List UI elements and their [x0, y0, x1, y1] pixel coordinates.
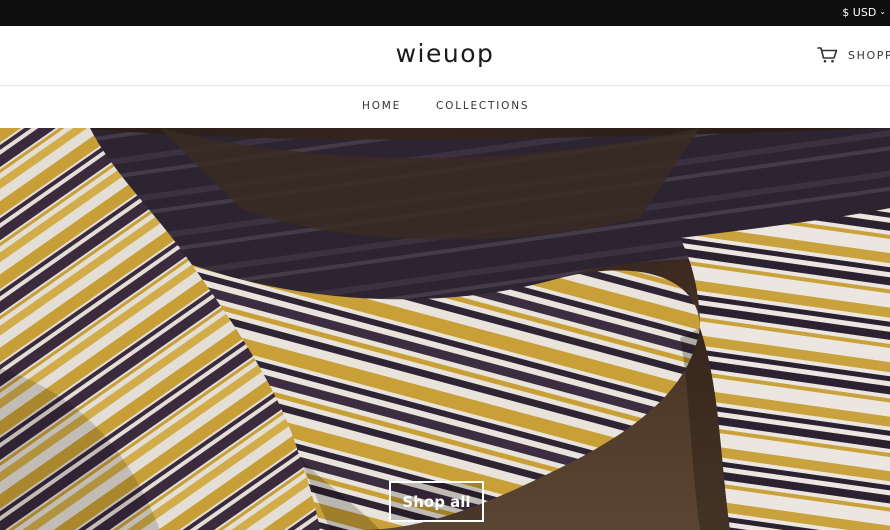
- site-header: wieuop SHOPP: [0, 26, 890, 86]
- cart-icon: [817, 47, 838, 63]
- top-bar: $ USD ⌄: [0, 0, 890, 26]
- currency-selector[interactable]: $ USD ⌄: [842, 6, 886, 19]
- hero-banner: Shop all: [0, 128, 890, 530]
- hero-image: [0, 128, 890, 530]
- nav-item-collections[interactable]: COLLECTIONS: [436, 100, 529, 112]
- cart-label: SHOPP: [848, 48, 890, 62]
- currency-label: $ USD: [842, 6, 877, 19]
- shop-all-button[interactable]: Shop all: [389, 481, 484, 522]
- chevron-down-icon: ⌄: [879, 7, 886, 16]
- cart-link[interactable]: SHOPP: [817, 46, 890, 64]
- site-logo[interactable]: wieuop: [0, 39, 890, 68]
- nav-item-home[interactable]: HOME: [362, 100, 401, 112]
- main-nav: HOME COLLECTIONS: [0, 86, 890, 128]
